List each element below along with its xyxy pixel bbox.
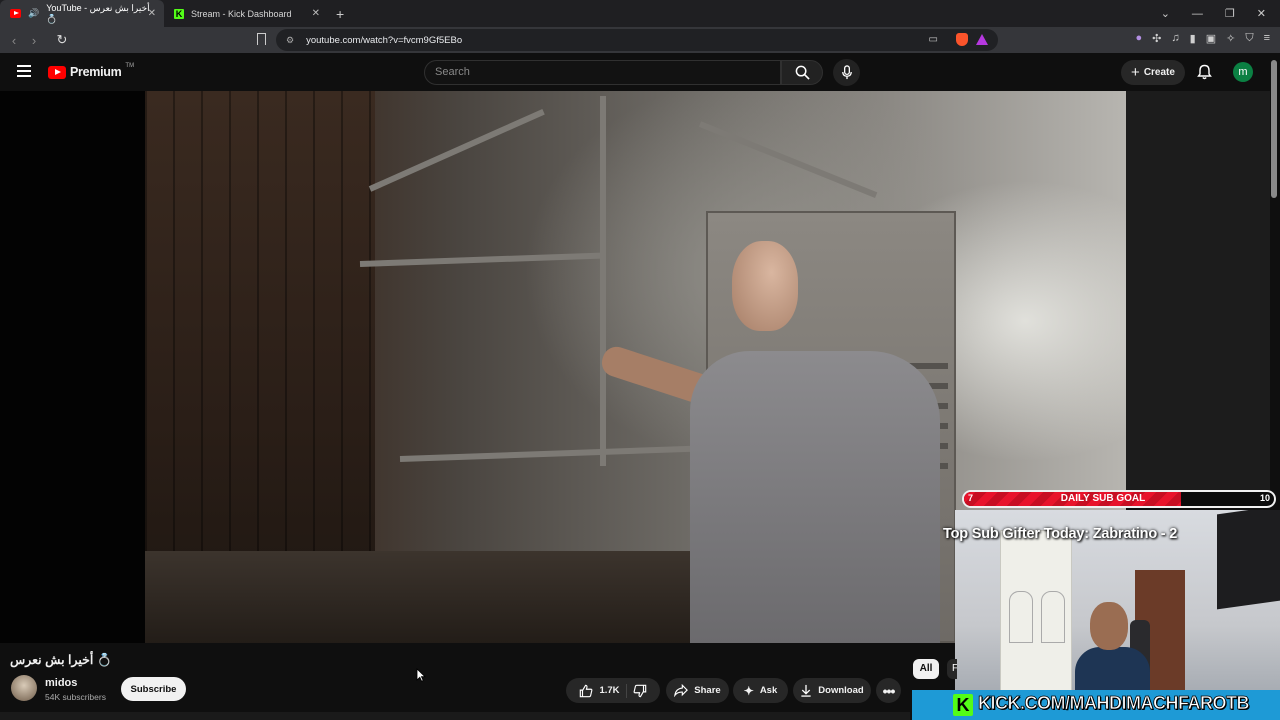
daily-sub-goal-bar: 7 DAILY SUB GOAL 10 [962,490,1276,508]
bookmark-icon[interactable] [257,33,266,45]
logo-text: Premium [70,65,122,79]
maximize-button[interactable]: ❐ [1225,7,1235,20]
install-app-icon[interactable]: ▭ [929,34,938,45]
minimize-button[interactable]: — [1192,8,1203,20]
sparkle-icon: ✦ [743,683,754,698]
create-button[interactable]: + Create [1121,60,1185,85]
create-label: Create [1143,67,1175,78]
tab-kick-dashboard[interactable]: K Stream - Kick Dashboard ✕ [164,0,328,27]
menu-icon[interactable]: ≡ [1264,32,1270,45]
youtube-play-icon [48,65,66,79]
address-bar[interactable]: ⚙ youtube.com/watch?v=fvcm9Gf5EBo ▭ [276,29,998,51]
subscriber-count: 54K subscribers [45,692,106,702]
search-button[interactable] [781,60,823,85]
like-dislike-group: 1.7K [566,678,660,703]
leo-ai-icon[interactable]: ✧ [1226,32,1235,45]
page-scrollbar[interactable] [1271,60,1277,198]
channel-name[interactable]: midos [45,677,77,689]
share-icon [674,684,689,697]
channel-avatar[interactable] [11,675,37,701]
ask-label: Ask [759,685,778,696]
close-tab-icon[interactable]: ✕ [148,8,156,19]
tab-search-icon[interactable]: ⌄ [1161,7,1170,20]
puzzle-icon[interactable]: ✣ [1152,32,1161,45]
browser-toolbar: ‹ › ↻ ⚙ youtube.com/watch?v=fvcm9Gf5EBo … [0,27,1280,53]
account-avatar[interactable]: m [1233,62,1253,82]
back-icon[interactable]: ‹ [4,33,24,48]
youtube-premium-logo[interactable]: Premium TM [48,63,135,79]
share-label: Share [694,685,721,696]
chip-next[interactable]: F [947,659,957,679]
video-floor [145,551,705,643]
comments-strip [0,712,910,720]
speaker-icon[interactable]: 🔊 [28,8,39,19]
browser-tab-bar: 🔊 YouTube - ‏أخيرا بش نعرس 💍 ✕ K Stream … [0,0,1280,27]
close-tab-icon[interactable]: ✕ [312,8,320,19]
goal-title: DAILY SUB GOAL [1060,493,1146,504]
close-window-button[interactable]: ✕ [1257,7,1266,20]
brave-shields-icon[interactable] [956,33,968,46]
tab-label: YouTube - ‏أخيرا بش نعرس 💍 [46,2,150,24]
extension-icon[interactable]: ● [1136,32,1143,45]
secondary-panel [1126,91,1270,491]
tab-youtube[interactable]: 🔊 YouTube - ‏أخيرا بش نعرس 💍 ✕ [0,0,164,27]
thumbs-up-icon[interactable] [579,684,593,698]
like-divider [625,683,627,698]
forward-icon[interactable]: › [24,33,44,48]
more-dots-icon: ••• [882,682,896,699]
search-placeholder: Search [435,66,470,78]
download-button[interactable]: Download [793,678,871,703]
logo-tm: TM [125,63,135,69]
kick-url-banner: K KICK.COM/MAHDIMACHFAROTB [912,690,1280,720]
video-title: أخيرا بش نعرس 💍 [10,653,113,667]
microphone-icon [841,65,852,80]
plus-icon: + [1131,64,1140,81]
tab-label: Stream - Kick Dashboard [191,8,292,19]
thumbs-down-icon[interactable] [633,684,647,698]
kick-logo-icon: K [953,694,973,716]
more-actions-button[interactable]: ••• [876,678,901,703]
url-text: youtube.com/watch?v=fvcm9Gf5EBo [306,34,463,46]
download-label: Download [818,685,864,696]
sidebar-icon[interactable]: ▮ [1190,32,1196,45]
voice-search-button[interactable] [833,59,860,86]
ask-button[interactable]: ✦ Ask [733,678,788,703]
kick-url-text: KICK.COM/MAHDIMACHFAROTB [978,693,1250,714]
reload-icon[interactable]: ↻ [52,32,72,48]
notifications-bell-icon[interactable] [1197,64,1212,80]
video-person [598,241,940,643]
goal-target: 10 [1259,493,1270,503]
youtube-favicon-icon [10,9,22,18]
mouse-cursor-icon [416,668,426,682]
search-input[interactable]: Search [424,60,781,85]
chip-all[interactable]: All [913,659,939,679]
search-icon [795,65,810,80]
window-controls: ⌄ — ❐ ✕ [1161,0,1280,27]
top-sub-gifter-text: Top Sub Gifter Today: Zabratino - 2 [943,526,1178,542]
subscribe-button[interactable]: Subscribe [121,677,186,701]
brave-rewards-icon[interactable] [976,34,988,45]
kick-favicon-icon: K [174,8,184,19]
music-icon[interactable]: ♫ [1171,32,1179,45]
site-info-icon[interactable]: ⚙ [286,35,294,46]
extension-icons: ● ✣ ♫ ▮ ▣ ✧ ⛉ ≡ [1136,32,1270,45]
vpn-icon[interactable]: ⛉ [1245,32,1253,45]
new-tab-button[interactable]: + [336,6,344,22]
like-count[interactable]: 1.7K [599,685,619,696]
wallet-icon[interactable]: ▣ [1206,32,1216,45]
download-icon [801,684,811,697]
youtube-header: Premium TM Search + Create m [0,53,1280,91]
hamburger-menu-icon[interactable] [17,65,31,77]
video-beam [600,96,606,466]
share-button[interactable]: Share [666,678,729,703]
